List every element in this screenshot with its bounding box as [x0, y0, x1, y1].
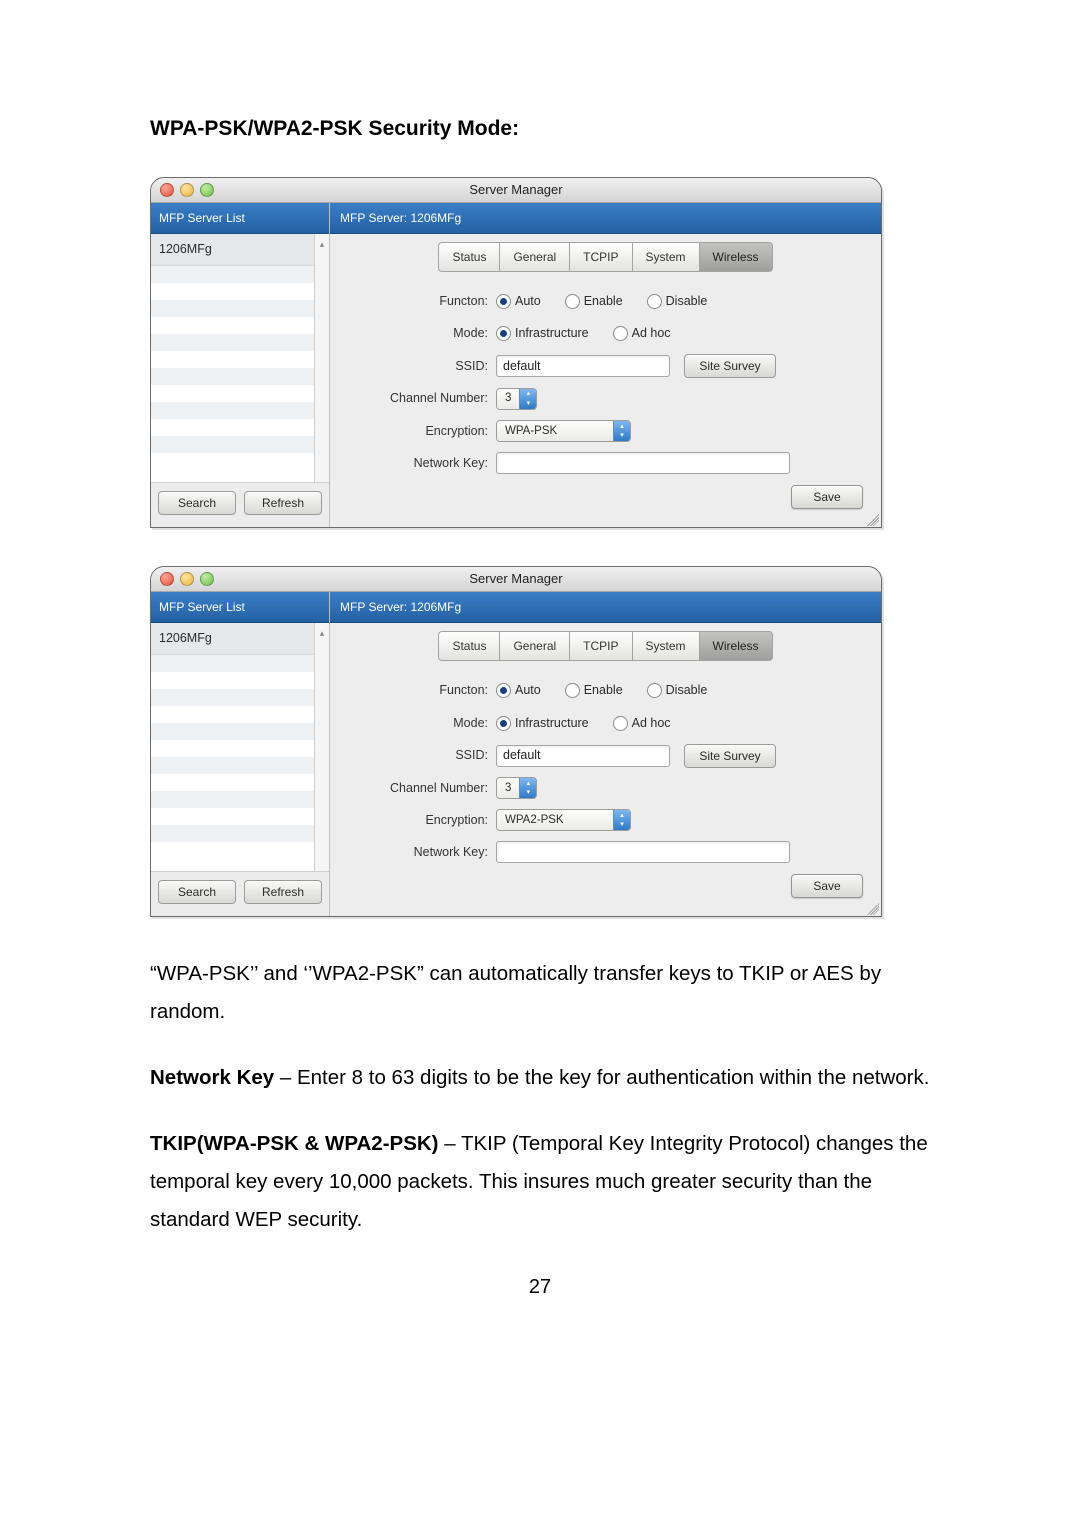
- tab-tcpip[interactable]: TCPIP: [569, 631, 631, 661]
- list-item[interactable]: 1206MFg: [151, 234, 314, 266]
- chevron-updown-icon: [519, 389, 536, 409]
- encryption-select[interactable]: WPA2-PSK: [496, 809, 631, 831]
- refresh-button[interactable]: Refresh: [244, 491, 322, 515]
- tab-wireless[interactable]: Wireless: [699, 242, 773, 272]
- ssid-input[interactable]: default: [496, 355, 670, 377]
- window-titlebar: Server Manager: [151, 567, 881, 592]
- close-icon[interactable]: [160, 572, 174, 586]
- list-item[interactable]: 1206MFg: [151, 623, 314, 655]
- function-label: Functon:: [338, 290, 488, 313]
- screenshot-wpa2-psk: Server Manager MFP Server List 1206MFg ▴…: [150, 566, 882, 917]
- tab-bar: Status General TCPIP System Wireless: [330, 631, 881, 661]
- mode-radios: Infrastructure Ad hoc: [496, 322, 865, 345]
- tab-general[interactable]: General: [499, 242, 569, 272]
- sidebar-header: MFP Server List: [151, 203, 329, 234]
- chevron-updown-icon: [613, 421, 630, 441]
- section-heading: WPA-PSK/WPA2-PSK Security Mode:: [150, 110, 930, 149]
- network-key-label: Network Key:: [338, 841, 488, 864]
- radio-disable[interactable]: Disable: [647, 679, 708, 702]
- mode-label: Mode:: [338, 322, 488, 345]
- radio-adhoc[interactable]: Ad hoc: [613, 322, 671, 345]
- ssid-label: SSID:: [338, 355, 488, 378]
- tab-general[interactable]: General: [499, 631, 569, 661]
- radio-disable[interactable]: Disable: [647, 290, 708, 313]
- body-text: “WPA-PSK’’ and ‘’WPA2-PSK” can automatic…: [150, 955, 930, 1239]
- tab-system[interactable]: System: [632, 631, 699, 661]
- window-title: Server Manager: [151, 178, 881, 202]
- radio-auto[interactable]: Auto: [496, 290, 541, 313]
- zoom-icon[interactable]: [200, 183, 214, 197]
- tab-status[interactable]: Status: [438, 242, 499, 272]
- paragraph: TKIP(WPA-PSK & WPA2-PSK) – TKIP (Tempora…: [150, 1125, 930, 1239]
- tab-status[interactable]: Status: [438, 631, 499, 661]
- server-list[interactable]: 1206MFg: [151, 623, 314, 871]
- scrollbar[interactable]: ▴: [314, 623, 329, 871]
- tab-wireless[interactable]: Wireless: [699, 631, 773, 661]
- channel-label: Channel Number:: [338, 387, 488, 410]
- main-panel: MFP Server: 1206MFg Status General TCPIP…: [330, 203, 881, 527]
- radio-adhoc[interactable]: Ad hoc: [613, 712, 671, 735]
- channel-label: Channel Number:: [338, 777, 488, 800]
- refresh-button[interactable]: Refresh: [244, 880, 322, 904]
- network-key-input[interactable]: [496, 841, 790, 863]
- radio-enable[interactable]: Enable: [565, 679, 623, 702]
- chevron-updown-icon: [613, 810, 630, 830]
- radio-auto[interactable]: Auto: [496, 679, 541, 702]
- ssid-label: SSID:: [338, 744, 488, 767]
- paragraph: Network Key – Enter 8 to 63 digits to be…: [150, 1059, 930, 1097]
- network-key-input[interactable]: [496, 452, 790, 474]
- minimize-icon[interactable]: [180, 572, 194, 586]
- channel-select[interactable]: 3: [496, 388, 537, 410]
- encryption-label: Encryption:: [338, 809, 488, 832]
- save-button[interactable]: Save: [791, 874, 863, 898]
- radio-infrastructure[interactable]: Infrastructure: [496, 712, 589, 735]
- zoom-icon[interactable]: [200, 572, 214, 586]
- network-key-label: Network Key:: [338, 452, 488, 475]
- minimize-icon[interactable]: [180, 183, 194, 197]
- sidebar: MFP Server List 1206MFg ▴ Search Refresh: [151, 592, 330, 916]
- function-radios: Auto Enable Disable: [496, 290, 865, 313]
- encryption-select[interactable]: WPA-PSK: [496, 420, 631, 442]
- resize-handle[interactable]: [867, 514, 879, 526]
- radio-infrastructure[interactable]: Infrastructure: [496, 322, 589, 345]
- screenshot-wpa-psk: Server Manager MFP Server List 1206MFg ▴…: [150, 177, 882, 528]
- radio-enable[interactable]: Enable: [565, 290, 623, 313]
- encryption-label: Encryption:: [338, 420, 488, 443]
- function-label: Functon:: [338, 679, 488, 702]
- sidebar-header: MFP Server List: [151, 592, 329, 623]
- site-survey-button[interactable]: Site Survey: [684, 744, 776, 768]
- server-list[interactable]: 1206MFg: [151, 234, 314, 482]
- main-header: MFP Server: 1206MFg: [330, 592, 881, 623]
- save-button[interactable]: Save: [791, 485, 863, 509]
- window-title: Server Manager: [151, 567, 881, 591]
- ssid-input[interactable]: default: [496, 745, 670, 767]
- tab-system[interactable]: System: [632, 242, 699, 272]
- tab-tcpip[interactable]: TCPIP: [569, 242, 631, 272]
- chevron-updown-icon: [519, 778, 536, 798]
- channel-select[interactable]: 3: [496, 777, 537, 799]
- mode-label: Mode:: [338, 712, 488, 735]
- search-button[interactable]: Search: [158, 491, 236, 515]
- main-panel: MFP Server: 1206MFg Status General TCPIP…: [330, 592, 881, 916]
- resize-handle[interactable]: [867, 903, 879, 915]
- main-header: MFP Server: 1206MFg: [330, 203, 881, 234]
- site-survey-button[interactable]: Site Survey: [684, 354, 776, 378]
- scrollbar[interactable]: ▴: [314, 234, 329, 482]
- close-icon[interactable]: [160, 183, 174, 197]
- sidebar: MFP Server List 1206MFg ▴ Search Refresh: [151, 203, 330, 527]
- page-number: 27: [150, 1269, 930, 1306]
- window-titlebar: Server Manager: [151, 178, 881, 203]
- tab-bar: Status General TCPIP System Wireless: [330, 242, 881, 272]
- paragraph: “WPA-PSK’’ and ‘’WPA2-PSK” can automatic…: [150, 955, 930, 1031]
- search-button[interactable]: Search: [158, 880, 236, 904]
